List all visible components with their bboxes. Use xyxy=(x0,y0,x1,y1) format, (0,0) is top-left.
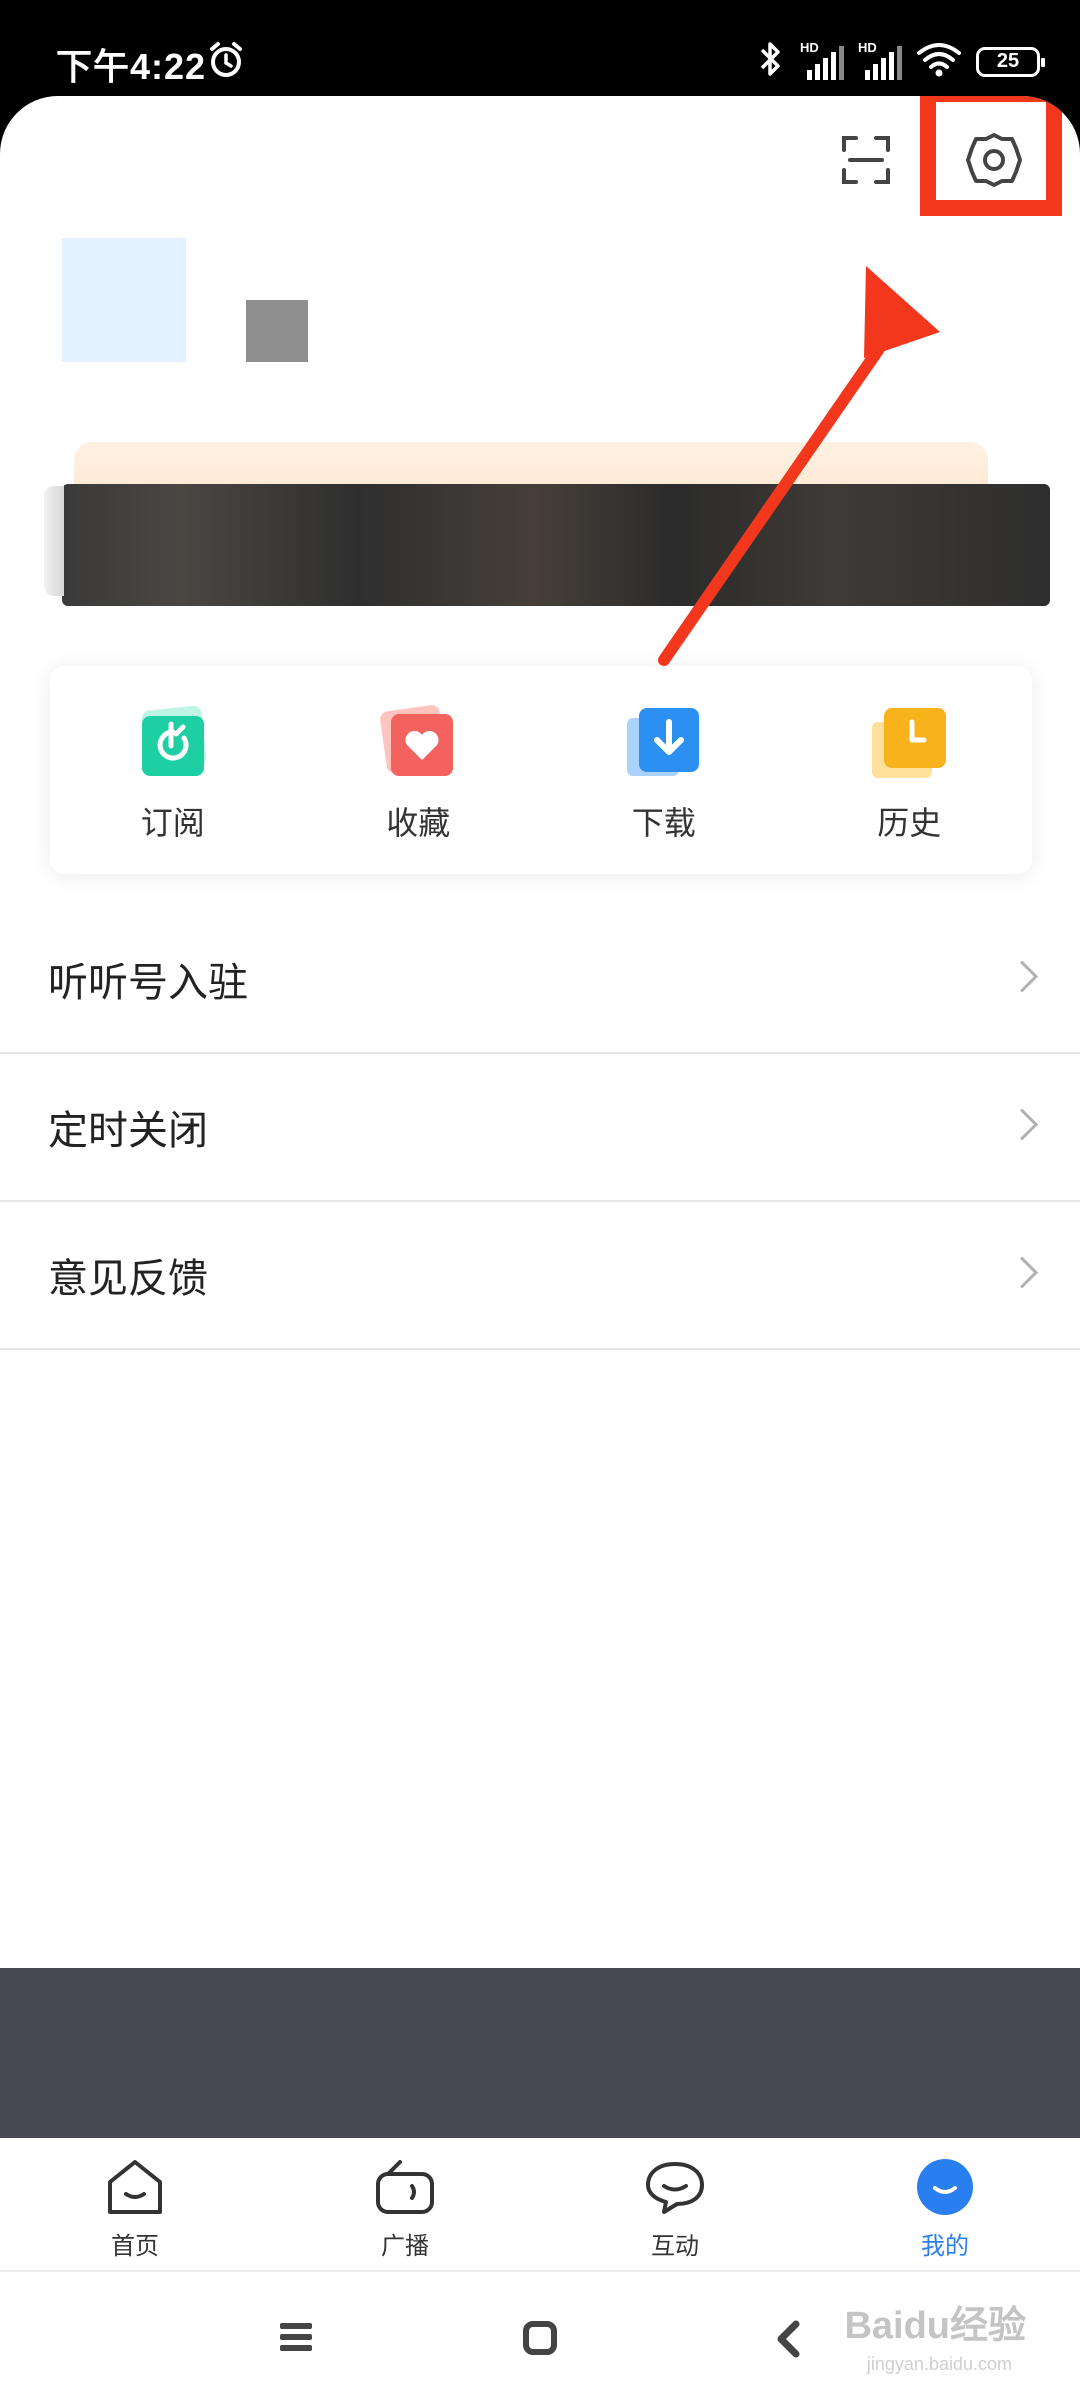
battery-indicator: 25 xyxy=(976,46,1045,77)
menu-item-creator-signup[interactable]: 听听号入驻 xyxy=(0,906,1080,1054)
watermark-subtext: jingyan.baidu.com xyxy=(866,2354,1012,2374)
profile-page: 订阅 收藏 下载 历史 听听号入驻 定时关闭 意见反馈 xyxy=(0,96,1080,2138)
back-icon[interactable] xyxy=(774,2320,802,2363)
home-icon xyxy=(104,2156,166,2218)
profile-icon xyxy=(914,2156,976,2218)
menu-item-label: 定时关闭 xyxy=(48,1109,208,1153)
chat-icon xyxy=(644,2156,706,2218)
annotation-arrow xyxy=(658,266,940,666)
tab-home[interactable]: 首页 xyxy=(0,2138,270,2270)
watermark-text: Baidu经验 xyxy=(844,2305,1026,2347)
tab-mine-label: 我的 xyxy=(921,2233,969,2260)
tab-radio-label: 广播 xyxy=(381,2233,429,2260)
menu-item-label: 听听号入驻 xyxy=(48,961,248,1005)
signal-strength-icon-1: HD xyxy=(800,40,844,80)
menu-item-label: 意见反馈 xyxy=(48,1257,208,1301)
favorite-label: 收藏 xyxy=(386,805,451,841)
subscribe-label: 订阅 xyxy=(140,805,205,841)
menu-item-feedback[interactable]: 意见反馈 xyxy=(0,1202,1080,1350)
status-time: 下午4:22 xyxy=(56,46,207,87)
status-icons: HD HD 25 xyxy=(756,40,1045,83)
tab-home-label: 首页 xyxy=(111,2233,159,2260)
menu-icon[interactable] xyxy=(278,2320,314,2359)
download-label: 下载 xyxy=(631,805,696,841)
history-label: 历史 xyxy=(877,805,942,841)
chevron-right-icon xyxy=(1018,1107,1040,1148)
tab-interact[interactable]: 互动 xyxy=(540,2138,810,2270)
settings-menu-list: 听听号入驻 定时关闭 意见反馈 xyxy=(0,906,1080,1350)
signal-strength-icon-2: HD xyxy=(858,40,902,80)
tab-interact-label: 互动 xyxy=(651,2233,699,2260)
phone-screen: { "status_bar": { "time": "下午4:22", "net… xyxy=(0,0,1080,2400)
bottom-navigation: 首页 广播 互动 我的 xyxy=(0,2138,1080,2270)
radio-icon xyxy=(374,2156,436,2218)
chevron-right-icon xyxy=(1018,959,1040,1000)
battery-level: 25 xyxy=(996,50,1020,72)
menu-item-sleep-timer[interactable]: 定时关闭 xyxy=(0,1054,1080,1202)
wifi-icon xyxy=(916,41,962,82)
home-button-icon[interactable] xyxy=(522,2320,558,2361)
mini-player-bar[interactable] xyxy=(0,1968,1080,2138)
bluetooth-icon xyxy=(756,40,786,83)
status-bar: 下午4:22 HD HD 25 xyxy=(0,0,1080,96)
tab-mine[interactable]: 我的 xyxy=(810,2138,1080,2270)
chevron-right-icon xyxy=(1018,1255,1040,1296)
tab-radio[interactable]: 广播 xyxy=(270,2138,540,2270)
alarm-clock-icon xyxy=(206,40,246,85)
system-navigation-bar: Baidu经验 jingyan.baidu.com xyxy=(0,2270,1080,2400)
